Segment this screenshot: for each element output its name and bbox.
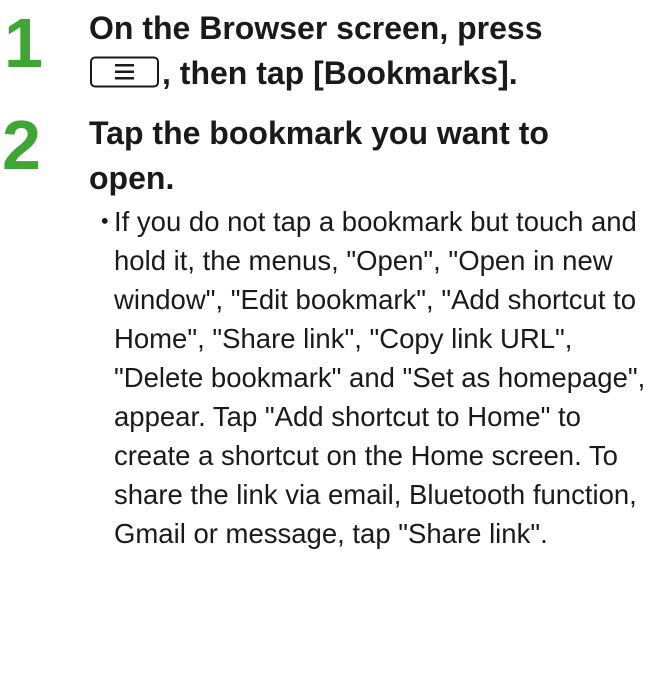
- menu-key-icon: [89, 56, 160, 88]
- step-2-note: ・ If you do not tap a bookmark but touch…: [91, 202, 661, 553]
- step-1-line-1: On the Browser screen, press: [89, 10, 543, 46]
- step-1-title: On the Browser screen, press , then tap …: [89, 6, 649, 96]
- step-2-title: Tap the bookmark you want to open.: [89, 115, 549, 196]
- bullet-icon: ・: [91, 206, 119, 237]
- step-1-number: 1: [4, 4, 43, 82]
- step-2-number: 2: [2, 106, 41, 184]
- step-2-note-text: If you do not tap a bookmark but touch a…: [114, 206, 646, 549]
- step-1-line-2: , then tap [Bookmarks].: [162, 55, 518, 91]
